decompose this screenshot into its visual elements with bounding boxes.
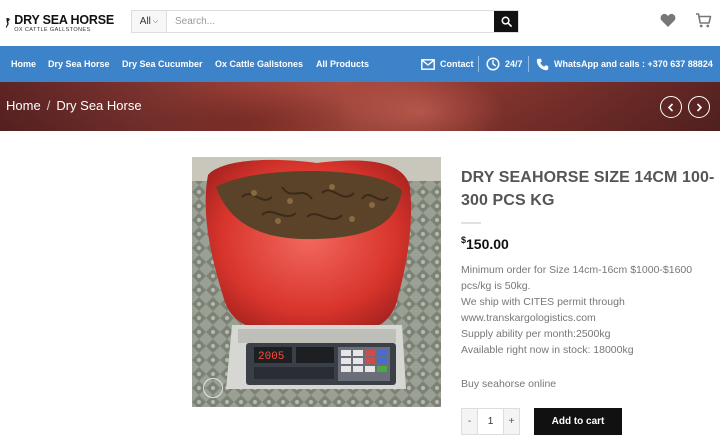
nav-item-dry-sea-cucumber[interactable]: Dry Sea Cucumber xyxy=(122,59,203,69)
chevron-down-icon: ⌵ xyxy=(152,17,159,25)
description-line: Available right now in stock: 18000kg xyxy=(461,344,634,356)
product-description: Minimum order for Size 14cm-16cm $1000-$… xyxy=(461,262,717,358)
search-category-select[interactable]: All ⌵ xyxy=(132,11,167,32)
product-title: DRY SEAHORSE SIZE 14CM 100-300 PCS KG xyxy=(461,169,715,209)
prev-product-button[interactable] xyxy=(660,96,682,118)
chevron-right-icon xyxy=(696,102,703,112)
quantity-input[interactable]: 1 xyxy=(477,409,504,434)
product-photo: 2005 xyxy=(192,157,441,407)
title-divider xyxy=(461,222,481,224)
product-price: $150.00 xyxy=(461,235,509,252)
whatsapp-link[interactable]: WhatsApp and calls : +370 637 88824 xyxy=(536,55,713,73)
quantity-decrease-button[interactable]: - xyxy=(462,409,477,434)
nav-divider xyxy=(478,56,479,72)
clock-icon xyxy=(486,57,500,71)
search-category-label: All xyxy=(139,16,151,27)
nav-item-all-products[interactable]: All Products xyxy=(316,59,369,69)
hours-link[interactable]: 24/7 xyxy=(486,55,523,73)
description-line: Supply ability per month:2500kg xyxy=(461,328,611,340)
nav-divider xyxy=(528,56,529,72)
product-image[interactable]: 2005 xyxy=(192,157,441,407)
description-line: www.transkargologistics.com xyxy=(461,312,596,324)
add-to-cart-button[interactable]: Add to cart xyxy=(534,408,622,435)
breadcrumb-separator: / xyxy=(46,98,51,113)
envelope-icon xyxy=(421,58,435,70)
page-banner: Home / Dry Sea Horse xyxy=(0,82,720,131)
description-line: pcs/kg is 50kg. xyxy=(461,280,531,292)
search-button[interactable] xyxy=(494,11,518,32)
description-line: Minimum order for Size 14cm-16cm $1000-$… xyxy=(461,264,693,276)
phone-icon xyxy=(536,58,549,70)
contact-label: Contact xyxy=(440,59,474,69)
whatsapp-label: WhatsApp and calls : +370 637 88824 xyxy=(554,59,713,69)
price-value: 150.00 xyxy=(466,236,509,252)
cart-icon[interactable] xyxy=(695,12,712,29)
seahorse-logo-icon xyxy=(5,18,10,29)
search-icon xyxy=(501,16,512,27)
breadcrumb-home[interactable]: Home xyxy=(6,98,41,113)
nav-item-home[interactable]: Home xyxy=(11,59,36,69)
search-input[interactable] xyxy=(167,11,494,32)
description-line: We ship with CITES permit through xyxy=(461,296,625,308)
next-product-button[interactable] xyxy=(688,96,710,118)
main-nav: Home Dry Sea Horse Dry Sea Cucumber Ox C… xyxy=(0,46,720,82)
breadcrumb: Home / Dry Sea Horse xyxy=(6,98,142,113)
chevron-left-icon xyxy=(667,102,674,112)
site-header: DRY SEA HORSE OX CATTLE GALLSTONES All ⌵ xyxy=(0,0,720,46)
logo-subtitle: OX CATTLE GALLSTONES xyxy=(14,26,91,33)
logo-title: DRY SEA HORSE xyxy=(14,12,114,27)
zoom-icon[interactable] xyxy=(203,378,223,398)
scale-display: 2005 xyxy=(258,351,284,363)
hours-label: 24/7 xyxy=(505,59,523,69)
quantity-increase-button[interactable]: + xyxy=(504,409,519,434)
heart-icon[interactable] xyxy=(660,13,676,28)
quantity-stepper: - 1 + xyxy=(461,408,520,435)
contact-link[interactable]: Contact xyxy=(421,55,474,73)
search-bar: All ⌵ xyxy=(131,10,519,33)
nav-item-dry-sea-horse[interactable]: Dry Sea Horse xyxy=(48,59,110,69)
buy-online-text: Buy seahorse online xyxy=(461,378,557,390)
site-logo[interactable]: DRY SEA HORSE OX CATTLE GALLSTONES xyxy=(4,4,114,42)
breadcrumb-current[interactable]: Dry Sea Horse xyxy=(56,98,141,113)
nav-item-ox-cattle-gallstones[interactable]: Ox Cattle Gallstones xyxy=(215,59,303,69)
